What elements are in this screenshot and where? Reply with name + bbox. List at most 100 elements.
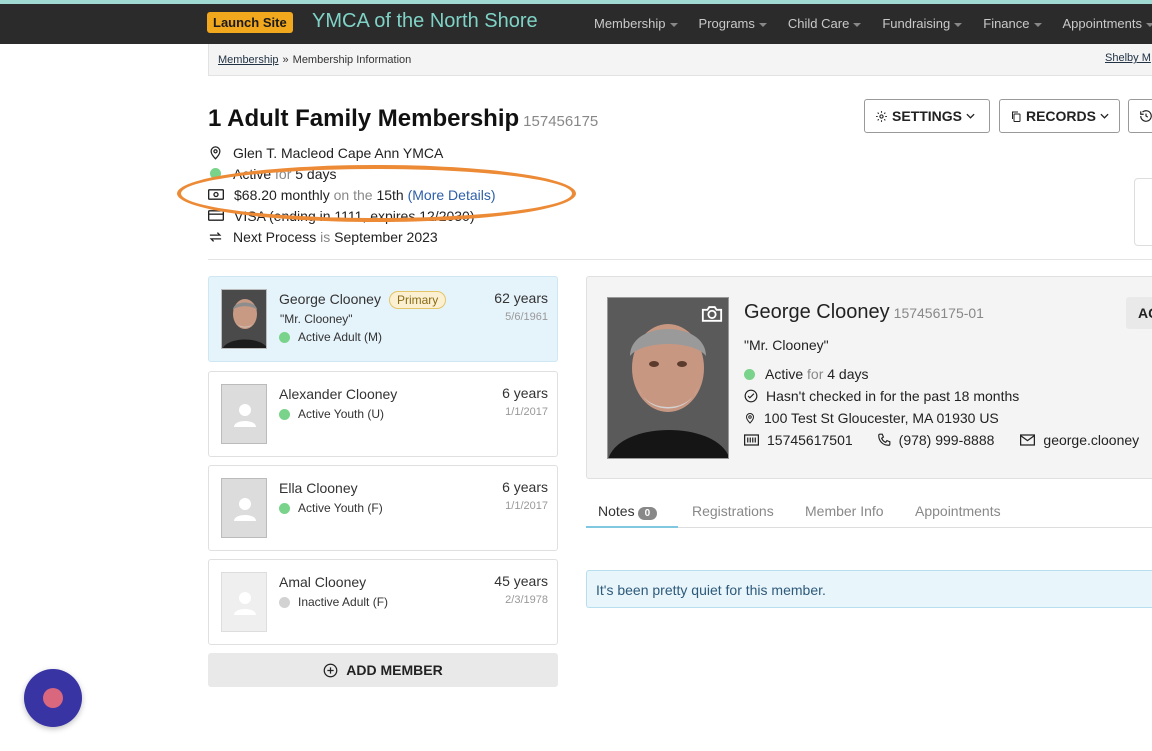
- member-status: Inactive Adult (F): [279, 595, 388, 609]
- detail-action-button[interactable]: AC: [1126, 297, 1152, 329]
- main-nav: Membership Programs Child Care Fundraisi…: [594, 16, 1152, 31]
- avatar: [221, 478, 267, 538]
- history-button[interactable]: [1128, 99, 1152, 133]
- chevron-down-icon: [954, 22, 963, 27]
- gear-icon: [876, 110, 887, 122]
- active-status-dot: [279, 331, 290, 343]
- member-status: Active Adult (M): [279, 330, 382, 344]
- chevron-down-icon: [1100, 113, 1109, 119]
- tab-notes[interactable]: Notes 0: [598, 503, 658, 520]
- active-status-dot: [279, 408, 290, 420]
- member-age: 62 years: [494, 290, 548, 306]
- chat-icon: [43, 688, 63, 708]
- nav-appointments[interactable]: Appointments: [1063, 16, 1152, 31]
- barcode-icon: [744, 434, 759, 446]
- phone-icon: [877, 433, 891, 446]
- inactive-status-dot: [279, 596, 290, 608]
- user-link[interactable]: Shelby M: [1105, 52, 1151, 64]
- nav-finance[interactable]: Finance: [983, 16, 1042, 31]
- member-dob: 1/1/2017: [505, 406, 548, 418]
- org-name[interactable]: YMCA of the North Shore: [312, 10, 538, 33]
- detail-member-id: 157456175-01: [893, 305, 984, 321]
- detail-email[interactable]: george.clooney: [1043, 432, 1139, 448]
- nav-fundraising[interactable]: Fundraising: [882, 16, 963, 31]
- map-pin-icon: [745, 413, 755, 424]
- member-status: Active Youth (U): [279, 407, 384, 421]
- avatar: [221, 572, 267, 632]
- detail-barcode: 15745617501: [767, 432, 853, 448]
- chat-launcher-button[interactable]: [24, 669, 82, 727]
- breadcrumb: Membership » Membership Information Shel…: [208, 44, 1152, 76]
- map-pin-icon: [210, 146, 221, 160]
- active-tab-indicator: [586, 526, 678, 528]
- user-placeholder-icon: [222, 479, 266, 537]
- avatar: [221, 384, 267, 444]
- side-panel-edge: [1134, 178, 1152, 246]
- member-age: 45 years: [494, 573, 548, 589]
- section-divider: [208, 259, 1152, 260]
- check-circle-icon: [744, 389, 758, 403]
- member-name[interactable]: Amal Clooney: [279, 574, 366, 590]
- highlight-ellipse-annotation: [177, 165, 576, 222]
- next-process-row: Next Process is September 2023: [208, 226, 496, 247]
- copy-icon: [1011, 111, 1021, 122]
- member-name[interactable]: George Clooney: [279, 291, 381, 307]
- detail-phone[interactable]: (978) 999-8888: [899, 432, 995, 448]
- chevron-down-icon: [966, 113, 975, 119]
- mail-icon: [1020, 434, 1036, 446]
- chevron-down-icon: [1146, 22, 1152, 27]
- plus-circle-icon: [323, 663, 338, 677]
- detail-address: 100 Test St Gloucester, MA 01930 US: [744, 410, 999, 426]
- detail-member-name: George Clooney: [744, 301, 890, 323]
- member-name[interactable]: Ella Clooney: [279, 480, 358, 496]
- breadcrumb-separator: »: [282, 54, 289, 66]
- member-card-amal[interactable]: Amal Clooney Inactive Adult (F) 45 years…: [208, 559, 558, 645]
- camera-icon[interactable]: [701, 304, 723, 323]
- nav-programs[interactable]: Programs: [699, 16, 767, 31]
- settings-button[interactable]: SETTINGS: [864, 99, 990, 133]
- member-photo: [607, 297, 729, 459]
- user-placeholder-icon: [222, 573, 266, 631]
- records-button[interactable]: RECORDS: [999, 99, 1120, 133]
- detail-nickname: "Mr. Clooney": [744, 337, 829, 353]
- nav-membership[interactable]: Membership: [594, 16, 678, 31]
- membership-id: 157456175: [523, 113, 599, 130]
- member-dob: 5/6/1961: [505, 311, 548, 323]
- member-dob: 2/3/1978: [505, 594, 548, 606]
- chevron-down-icon: [853, 22, 862, 27]
- tab-appointments[interactable]: Appointments: [915, 503, 1001, 519]
- detail-checkin: Hasn't checked in for the past 18 months: [744, 388, 1019, 404]
- member-card-alexander[interactable]: Alexander Clooney Active Youth (U) 6 yea…: [208, 371, 558, 457]
- chevron-down-icon: [758, 22, 767, 27]
- location-row: Glen T. Macleod Cape Ann YMCA: [208, 142, 496, 163]
- member-card-ella[interactable]: Ella Clooney Active Youth (F) 6 years 1/…: [208, 465, 558, 551]
- empty-notes-notice: It's been pretty quiet for this member.: [586, 570, 1152, 608]
- detail-status: Active for 4 days: [744, 366, 869, 382]
- primary-badge: Primary: [388, 291, 447, 309]
- active-status-dot: [279, 502, 290, 514]
- member-name[interactable]: Alexander Clooney: [279, 386, 397, 402]
- member-status: Active Youth (F): [279, 501, 383, 515]
- launch-site-button[interactable]: Launch Site: [207, 12, 293, 33]
- member-detail-panel: George Clooney 157456175-01 "Mr. Clooney"…: [586, 276, 1152, 479]
- member-dob: 1/1/2017: [505, 500, 548, 512]
- active-status-dot: [744, 368, 755, 380]
- member-card-george[interactable]: George Clooney Primary "Mr. Clooney" Acti…: [208, 276, 558, 362]
- avatar: [221, 289, 267, 349]
- add-member-button[interactable]: ADD MEMBER: [208, 653, 558, 687]
- portrait-icon: [222, 290, 266, 348]
- tab-member-info[interactable]: Member Info: [805, 503, 884, 519]
- breadcrumb-current: Membership Information: [292, 54, 412, 66]
- tab-registrations[interactable]: Registrations: [692, 503, 774, 519]
- detail-contact-row: 15745617501 (978) 999-8888 george.cloone…: [744, 432, 1139, 448]
- breadcrumb-membership-link[interactable]: Membership: [218, 54, 279, 66]
- member-age: 6 years: [502, 479, 548, 495]
- chevron-down-icon: [669, 22, 678, 27]
- member-tabs: Notes 0 Registrations Member Info Appoint…: [586, 497, 1152, 528]
- user-placeholder-icon: [222, 385, 266, 443]
- repeat-icon: [209, 231, 222, 242]
- nav-child-care[interactable]: Child Care: [788, 16, 862, 31]
- chevron-down-icon: [1033, 22, 1042, 27]
- member-nickname: "Mr. Clooney": [280, 312, 353, 326]
- history-icon: [1140, 110, 1152, 122]
